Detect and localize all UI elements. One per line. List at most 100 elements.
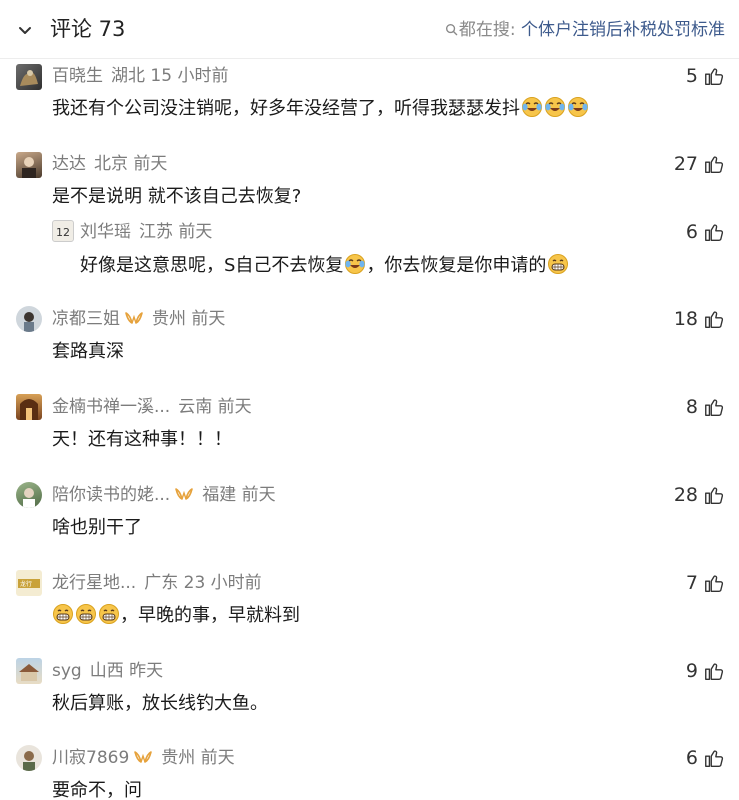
thumbs-up-icon [703, 747, 725, 769]
like-count: 28 [673, 484, 698, 506]
comment-item: syg 山西 昨天 9 秋后算账，放长线钓大鱼。 [0, 656, 739, 736]
tears-of-joy-emoji [344, 253, 366, 275]
comment-meta: 金楠书禅一溪... 云南 前天 [52, 395, 252, 419]
comment-text: 套路真深 [52, 341, 124, 362]
hot-search-label: 都在搜: [458, 20, 516, 40]
comment-body: ，你去恢复是你申请的 [366, 255, 547, 276]
comment-meta: 陪你读书的姥... 福建 前天 [52, 483, 276, 507]
location: 北京 [94, 154, 128, 174]
thumbs-up-icon [703, 221, 725, 243]
reply-item: 12 刘华瑶 江苏 前天 6 好像是这意思呢，S自己不去恢复 ，你去恢复是你申请的 [0, 220, 739, 296]
tears-of-joy-emoji [544, 96, 566, 118]
username[interactable]: 川寂7869 [52, 748, 129, 768]
tears-of-joy-emoji [521, 96, 543, 118]
timestamp: 前天 [133, 154, 168, 174]
comments-title: 评论 73 [50, 17, 126, 41]
thumbs-up-icon [703, 660, 725, 682]
like-button[interactable]: 18 [674, 307, 725, 331]
comment-meta: 川寂7869 贵州 前天 [52, 746, 235, 770]
grinning-emoji [547, 253, 569, 275]
vip-badge-icon [124, 311, 144, 325]
thumbs-up-icon [703, 484, 725, 506]
location: 云南 [178, 397, 213, 417]
comment-text: 啥也别干了 [52, 517, 142, 538]
comment-meta: 龙行星地... 广东 23 小时前 [52, 571, 262, 595]
like-button[interactable]: 5 [686, 64, 725, 88]
comment-item: 陪你读书的姥... 福建 前天 28 啥也别干了 [0, 480, 739, 560]
timestamp: 前天 [200, 748, 235, 768]
comment-text: 天！还有这种事！！！ [52, 429, 232, 450]
chevron-down-icon[interactable] [15, 20, 35, 40]
avatar[interactable] [16, 306, 42, 332]
comments-header: 评论 73 都在搜: 个体户注销后补税处罚标准 [0, 0, 739, 59]
location: 山西 [89, 661, 124, 681]
avatar[interactable] [16, 64, 42, 90]
username[interactable]: 龙行星地... [52, 573, 136, 593]
location: 贵州 [152, 309, 186, 329]
thumbs-up-icon [703, 396, 725, 418]
location: 贵州 [161, 748, 196, 768]
username[interactable]: 陪你读书的姥... [52, 485, 170, 505]
like-count: 7 [685, 572, 698, 594]
avatar[interactable] [16, 745, 42, 771]
comment-meta: 达达 北京 前天 [52, 152, 167, 176]
svg-text:龙行: 龙行 [20, 580, 32, 588]
grinning-emoji [52, 603, 74, 625]
like-count: 6 [685, 747, 698, 769]
thumbs-up-icon [703, 153, 725, 175]
username[interactable]: 金楠书禅一溪... [52, 397, 170, 417]
comment-text: 要命不，问 [52, 780, 142, 800]
like-button[interactable]: 8 [686, 395, 725, 419]
username[interactable]: 刘华瑶 [80, 222, 131, 242]
comment-item: 金楠书禅一溪... 云南 前天 8 天！还有这种事！！！ [0, 392, 739, 472]
avatar[interactable] [16, 394, 42, 420]
thumbs-up-icon [703, 572, 725, 594]
avatar[interactable] [16, 152, 42, 178]
comment-item: 达达 北京 前天 27 是不是说明 就不该自己去恢复? [0, 150, 739, 220]
location: 湖北 [111, 66, 145, 86]
username[interactable]: 百晓生 [52, 66, 103, 86]
comment-text: 秋后算账，放长线钓大鱼。 [52, 693, 268, 714]
avatar[interactable]: 12 [52, 220, 74, 242]
like-count: 18 [673, 308, 698, 330]
comment-item: 凉都三姐 贵州 前天 18 套路真深 [0, 304, 739, 384]
timestamp: 15 小时前 [150, 66, 229, 86]
avatar[interactable] [16, 482, 42, 508]
comment-text: 好像是这意思呢，S自己不去恢复 ，你去恢复是你申请的 [80, 253, 569, 279]
hot-search[interactable]: 都在搜: 个体户注销后补税处罚标准 [445, 19, 725, 41]
thumbs-up-icon [703, 308, 725, 330]
tears-of-joy-emoji [567, 96, 589, 118]
username[interactable]: 达达 [52, 154, 86, 174]
comment-body: 我还有个公司没注销呢，好多年没经营了，听得我瑟瑟发抖 [52, 98, 520, 119]
username[interactable]: syg [52, 661, 82, 681]
comment-meta: syg 山西 昨天 [52, 659, 163, 683]
like-button[interactable]: 9 [686, 659, 725, 683]
username[interactable]: 凉都三姐 [52, 309, 120, 329]
timestamp: 23 小时前 [183, 573, 262, 593]
like-button[interactable]: 6 [686, 746, 725, 770]
search-icon [445, 23, 458, 36]
timestamp: 昨天 [129, 661, 164, 681]
like-count: 9 [685, 660, 698, 682]
comment-meta: 凉都三姐 贵州 前天 [52, 307, 225, 331]
grinning-emoji [98, 603, 120, 625]
comment-item: 百晓生 湖北 15 小时前 5 我还有个公司没注销呢，好多年没经营了，听得我瑟瑟发… [0, 58, 739, 150]
comment-text: 我还有个公司没注销呢，好多年没经营了，听得我瑟瑟发抖 [52, 96, 589, 122]
location: 广东 [144, 573, 179, 593]
avatar[interactable] [16, 658, 42, 684]
like-button[interactable]: 27 [674, 152, 725, 176]
location: 福建 [202, 485, 237, 505]
comment-body: ，早晚的事，早就料到 [120, 605, 300, 626]
like-count: 27 [673, 153, 698, 175]
hot-search-query[interactable]: 个体户注销后补税处罚标准 [521, 20, 725, 40]
comment-meta: 刘华瑶 江苏 前天 [80, 220, 212, 244]
vip-badge-icon [133, 750, 153, 764]
avatar[interactable]: 龙行 [16, 570, 42, 596]
like-button[interactable]: 6 [686, 220, 725, 244]
vip-badge-icon [174, 487, 194, 501]
like-button[interactable]: 7 [686, 571, 725, 595]
location: 江苏 [139, 222, 173, 242]
timestamp: 前天 [178, 222, 213, 242]
timestamp: 前天 [217, 397, 252, 417]
like-button[interactable]: 28 [674, 483, 725, 507]
